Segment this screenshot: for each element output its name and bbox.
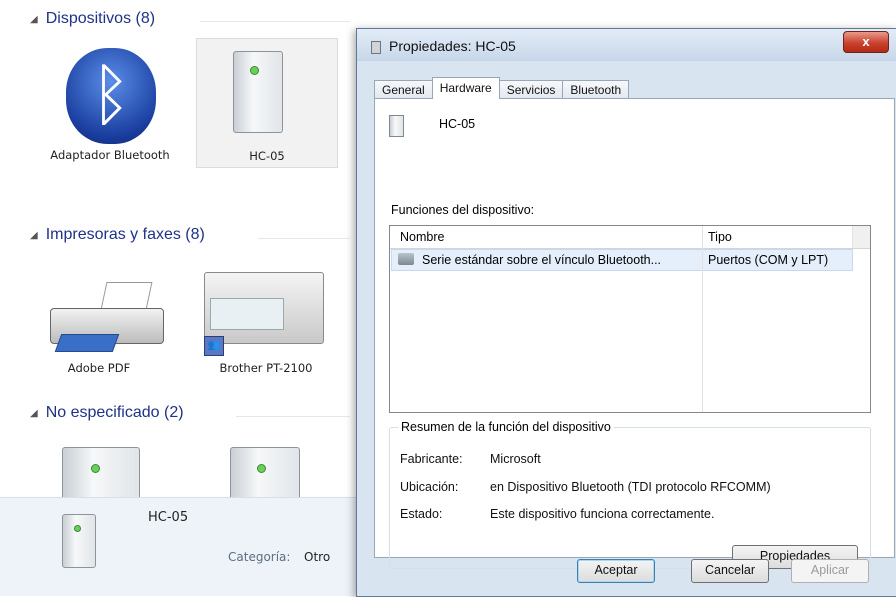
group-divider xyxy=(236,416,350,417)
printer-icon xyxy=(40,278,170,358)
dialog-client: General Hardware Servicios Bluetooth HC-… xyxy=(369,75,895,589)
device-label: Brother PT-2100 xyxy=(219,361,313,375)
column-header-type[interactable]: Tipo xyxy=(708,230,732,244)
details-device-name: HC-05 xyxy=(148,510,189,525)
device-label: Adaptador Bluetooth xyxy=(50,148,170,162)
status-label: Estado: xyxy=(400,507,443,521)
device-name: HC-05 xyxy=(439,117,476,131)
column-separator xyxy=(702,248,703,412)
list-header: Nombre Tipo xyxy=(390,226,870,249)
device-adobe-pdf[interactable]: Adobe PDF xyxy=(44,361,154,375)
status-value: Este dispositivo funciona correctamente. xyxy=(490,507,715,521)
shared-users-icon: 👥 xyxy=(204,336,224,356)
function-name: Serie estándar sobre el vínculo Bluetoot… xyxy=(422,253,662,267)
tab-hardware[interactable]: Hardware xyxy=(431,77,500,99)
group-header-printers[interactable]: ◢ Impresoras y faxes (8) xyxy=(30,226,205,244)
device-hc05[interactable]: HC-05 xyxy=(196,38,338,168)
manufacturer-value: Microsoft xyxy=(490,452,541,466)
device-label: Adobe PDF xyxy=(67,361,131,375)
device-bluetooth-adapter[interactable]: Adaptador Bluetooth xyxy=(50,148,170,162)
details-pane: HC-05 Categoría: Otro xyxy=(0,497,358,596)
collapse-triangle-icon: ◢ xyxy=(30,229,38,241)
collapse-triangle-icon: ◢ xyxy=(30,407,38,419)
column-separator[interactable] xyxy=(702,226,703,248)
bluetooth-icon: ᛒ xyxy=(66,48,156,144)
list-item[interactable]: Serie estándar sobre el vínculo Bluetoot… xyxy=(391,249,853,271)
details-category-label: Categoría: xyxy=(228,550,291,564)
tab-services[interactable]: Servicios xyxy=(498,80,564,99)
device-functions-list[interactable]: Nombre Tipo Serie estándar sobre el vínc… xyxy=(389,225,871,413)
tab-bluetooth[interactable]: Bluetooth xyxy=(562,80,630,99)
location-value: en Dispositivo Bluetooth (TDI protocolo … xyxy=(490,480,771,494)
column-header-name[interactable]: Nombre xyxy=(400,230,444,244)
title-bar[interactable]: Propiedades: HC-05 x xyxy=(357,29,896,61)
printer-icon: 👥 xyxy=(200,268,326,356)
dialog-title: Propiedades: HC-05 xyxy=(389,38,516,54)
device-brother-pt2100[interactable]: Brother PT-2100 xyxy=(200,361,332,375)
group-label: Dispositivos (8) xyxy=(45,10,156,27)
function-summary-group: Resumen de la función del dispositivo Fa… xyxy=(389,420,871,569)
group-label: No especificado (2) xyxy=(45,404,184,421)
close-button[interactable]: x xyxy=(843,31,889,53)
function-type: Puertos (COM y LPT) xyxy=(708,253,829,267)
collapse-triangle-icon: ◢ xyxy=(30,13,38,25)
device-icon xyxy=(371,41,381,54)
device-tower-icon[interactable] xyxy=(62,447,140,500)
group-divider xyxy=(200,21,350,22)
device-icon xyxy=(389,115,404,137)
properties-dialog: Propiedades: HC-05 x General Hardware Se… xyxy=(356,28,896,597)
manufacturer-label: Fabricante: xyxy=(400,452,463,466)
apply-button[interactable]: Aplicar xyxy=(791,559,869,583)
scrollbar[interactable] xyxy=(852,226,870,248)
serial-port-icon xyxy=(398,253,414,265)
group-divider xyxy=(258,238,350,239)
functions-label: Funciones del dispositivo: xyxy=(391,203,535,217)
device-tower-icon[interactable] xyxy=(230,447,300,500)
tab-general[interactable]: General xyxy=(374,80,433,99)
group-header-devices[interactable]: ◢ Dispositivos (8) xyxy=(30,10,155,28)
device-tower-icon xyxy=(233,51,283,133)
tab-strip: General Hardware Servicios Bluetooth xyxy=(374,77,630,99)
location-label: Ubicación: xyxy=(400,480,459,494)
device-tower-icon xyxy=(62,514,96,568)
group-label: Impresoras y faxes (8) xyxy=(45,226,205,243)
summary-title: Resumen de la función del dispositivo xyxy=(398,420,614,434)
device-label: HC-05 xyxy=(249,149,285,163)
cancel-button[interactable]: Cancelar xyxy=(691,559,769,583)
group-header-unspecified[interactable]: ◢ No especificado (2) xyxy=(30,404,184,422)
details-category-value: Otro xyxy=(304,550,331,564)
ok-button[interactable]: Aceptar xyxy=(577,559,655,583)
hardware-panel: HC-05 Funciones del dispositivo: Nombre … xyxy=(374,98,895,569)
